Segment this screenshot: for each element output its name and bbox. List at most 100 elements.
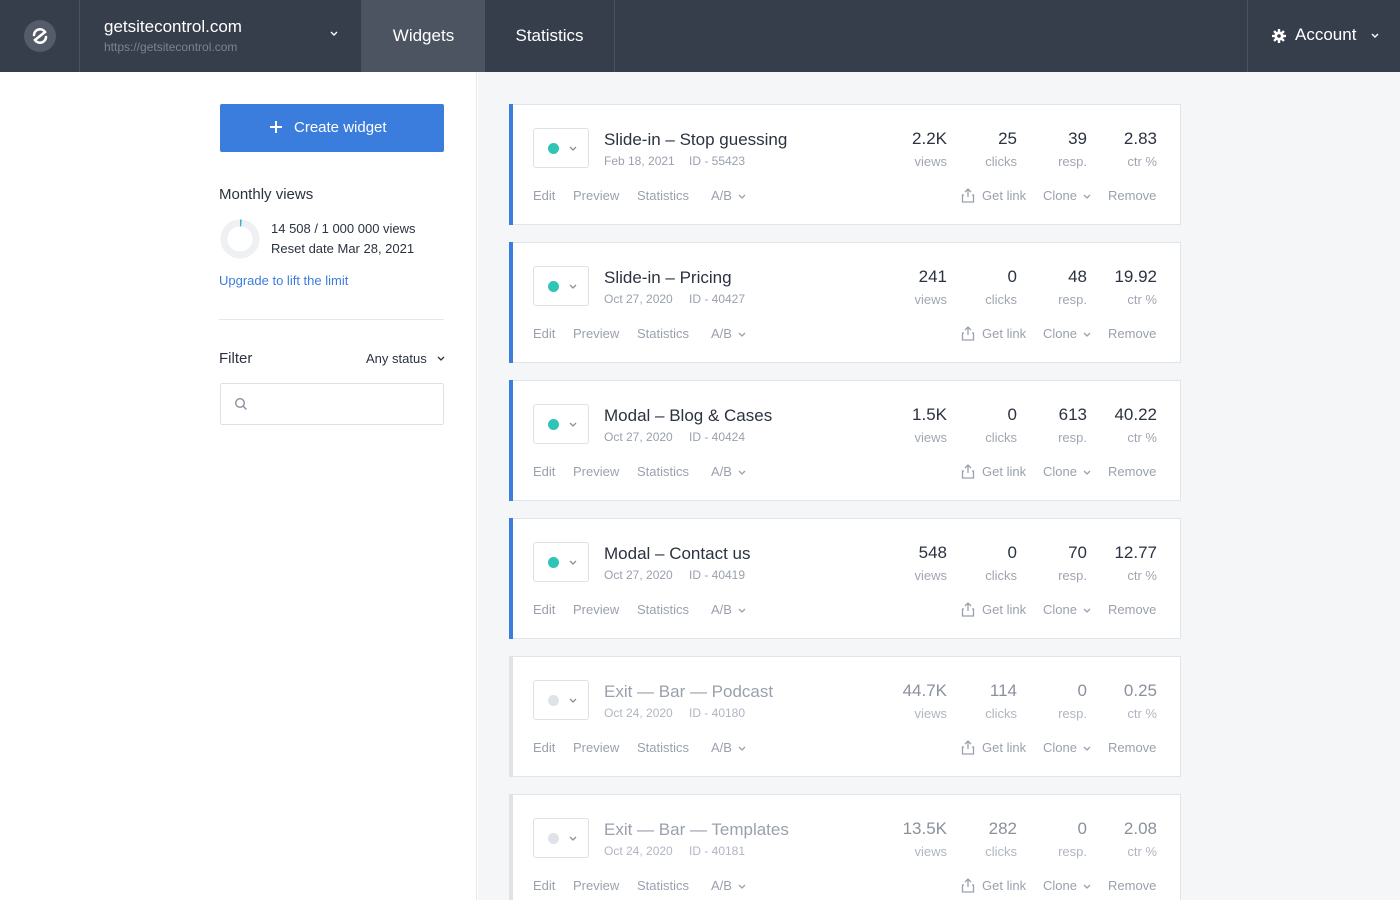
views-label: views <box>914 430 947 445</box>
widget-title[interactable]: Exit — Bar — Podcast <box>604 682 773 702</box>
edit-link[interactable]: Edit <box>533 740 555 755</box>
status-toggle[interactable] <box>533 680 589 720</box>
status-toggle[interactable] <box>533 266 589 306</box>
widget-title[interactable]: Slide-in – Stop guessing <box>604 130 787 150</box>
remove-button[interactable]: Remove <box>1108 740 1156 755</box>
ctr-value: 2.83 <box>1123 129 1157 148</box>
clicks-label: clicks <box>985 430 1017 445</box>
ctr-label: ctr % <box>1127 568 1157 583</box>
clicks-stat: 114 clicks <box>937 681 1017 721</box>
preview-link[interactable]: Preview <box>573 188 619 203</box>
get-link-button[interactable]: Get link <box>982 602 1026 617</box>
widget-id: ID - 40419 <box>689 568 746 582</box>
edit-link[interactable]: Edit <box>533 602 555 617</box>
preview-link[interactable]: Preview <box>573 326 619 341</box>
status-dot-icon <box>548 833 559 844</box>
remove-button[interactable]: Remove <box>1108 326 1156 341</box>
clicks-value: 0 <box>1007 267 1017 286</box>
get-link-button[interactable]: Get link <box>982 326 1026 341</box>
remove-button[interactable]: Remove <box>1108 464 1156 479</box>
clone-dropdown[interactable]: Clone <box>1043 878 1077 893</box>
remove-button[interactable]: Remove <box>1108 188 1156 203</box>
preview-link[interactable]: Preview <box>573 878 619 893</box>
widget-id: ID - 40424 <box>689 430 746 444</box>
clone-dropdown[interactable]: Clone <box>1043 188 1077 203</box>
usage-ring <box>220 219 260 259</box>
ab-test-dropdown[interactable]: A/B <box>711 878 732 893</box>
share-icon <box>961 326 975 341</box>
widget-title[interactable]: Slide-in – Pricing <box>604 268 732 288</box>
get-link-button[interactable]: Get link <box>982 464 1026 479</box>
statistics-link[interactable]: Statistics <box>637 878 689 893</box>
views-label: views <box>914 292 947 307</box>
statistics-link[interactable]: Statistics <box>637 188 689 203</box>
clone-dropdown[interactable]: Clone <box>1043 326 1077 341</box>
tab-statistics[interactable]: Statistics <box>485 0 615 72</box>
widget-title[interactable]: Modal – Blog & Cases <box>604 406 772 426</box>
ab-test-dropdown[interactable]: A/B <box>711 740 732 755</box>
edit-link[interactable]: Edit <box>533 878 555 893</box>
statistics-link[interactable]: Statistics <box>637 326 689 341</box>
responses-stat: 0 resp. <box>1007 819 1087 859</box>
edit-link[interactable]: Edit <box>533 326 555 341</box>
clone-dropdown[interactable]: Clone <box>1043 464 1077 479</box>
preview-link[interactable]: Preview <box>573 602 619 617</box>
search-field[interactable] <box>220 383 444 425</box>
ab-test-dropdown[interactable]: A/B <box>711 602 732 617</box>
ctr-stat: 2.83 ctr % <box>1077 129 1157 169</box>
widget-title[interactable]: Modal – Contact us <box>604 544 750 564</box>
ab-test-dropdown[interactable]: A/B <box>711 188 732 203</box>
widget-id: ID - 40180 <box>689 706 746 720</box>
statistics-link[interactable]: Statistics <box>637 602 689 617</box>
tab-widgets[interactable]: Widgets <box>362 0 485 72</box>
get-link-button[interactable]: Get link <box>982 188 1026 203</box>
card-status-accent <box>509 656 513 777</box>
statistics-link[interactable]: Statistics <box>637 464 689 479</box>
account-menu[interactable]: Account <box>1247 0 1400 72</box>
widget-list: Slide-in – Stop guessing Feb 18, 2021 ID… <box>478 72 1400 900</box>
site-selector[interactable]: getsitecontrol.com https://getsitecontro… <box>80 0 362 72</box>
get-link-button[interactable]: Get link <box>982 878 1026 893</box>
status-toggle[interactable] <box>533 404 589 444</box>
views-stat: 1.5K views <box>867 405 947 445</box>
status-toggle[interactable] <box>533 128 589 168</box>
views-stat: 13.5K views <box>867 819 947 859</box>
chevron-down-icon <box>738 470 746 475</box>
upgrade-link[interactable]: Upgrade to lift the limit <box>219 273 348 288</box>
widget-title[interactable]: Exit — Bar — Templates <box>604 820 789 840</box>
widget-id: ID - 55423 <box>689 154 746 168</box>
share-icon <box>961 188 975 203</box>
responses-value: 613 <box>1058 405 1087 424</box>
edit-link[interactable]: Edit <box>533 188 555 203</box>
ctr-value: 19.92 <box>1114 267 1157 286</box>
usage-count: 14 508 / 1 000 000 views <box>271 221 416 236</box>
status-toggle[interactable] <box>533 818 589 858</box>
responses-value: 48 <box>1068 267 1087 286</box>
views-stat: 548 views <box>867 543 947 583</box>
status-dot-icon <box>548 557 559 568</box>
ab-test-dropdown[interactable]: A/B <box>711 464 732 479</box>
widget-date: Oct 27, 2020 <box>604 568 673 582</box>
get-link-button[interactable]: Get link <box>982 740 1026 755</box>
responses-label: resp. <box>1058 154 1087 169</box>
preview-link[interactable]: Preview <box>573 740 619 755</box>
views-label: views <box>914 844 947 859</box>
status-filter-dropdown[interactable]: Any status <box>366 351 427 366</box>
clone-dropdown[interactable]: Clone <box>1043 602 1077 617</box>
remove-button[interactable]: Remove <box>1108 602 1156 617</box>
getsitecontrol-logo-icon[interactable] <box>24 20 56 52</box>
preview-link[interactable]: Preview <box>573 464 619 479</box>
ab-test-dropdown[interactable]: A/B <box>711 326 732 341</box>
search-input[interactable] <box>259 392 435 416</box>
edit-link[interactable]: Edit <box>533 464 555 479</box>
create-widget-button[interactable]: Create widget <box>220 104 444 152</box>
clicks-label: clicks <box>985 844 1017 859</box>
views-value: 1.5K <box>912 405 947 424</box>
views-stat: 44.7K views <box>867 681 947 721</box>
clone-dropdown[interactable]: Clone <box>1043 740 1077 755</box>
remove-button[interactable]: Remove <box>1108 878 1156 893</box>
widget-date: Oct 24, 2020 <box>604 844 673 858</box>
status-toggle[interactable] <box>533 542 589 582</box>
statistics-link[interactable]: Statistics <box>637 740 689 755</box>
clicks-stat: 0 clicks <box>937 543 1017 583</box>
